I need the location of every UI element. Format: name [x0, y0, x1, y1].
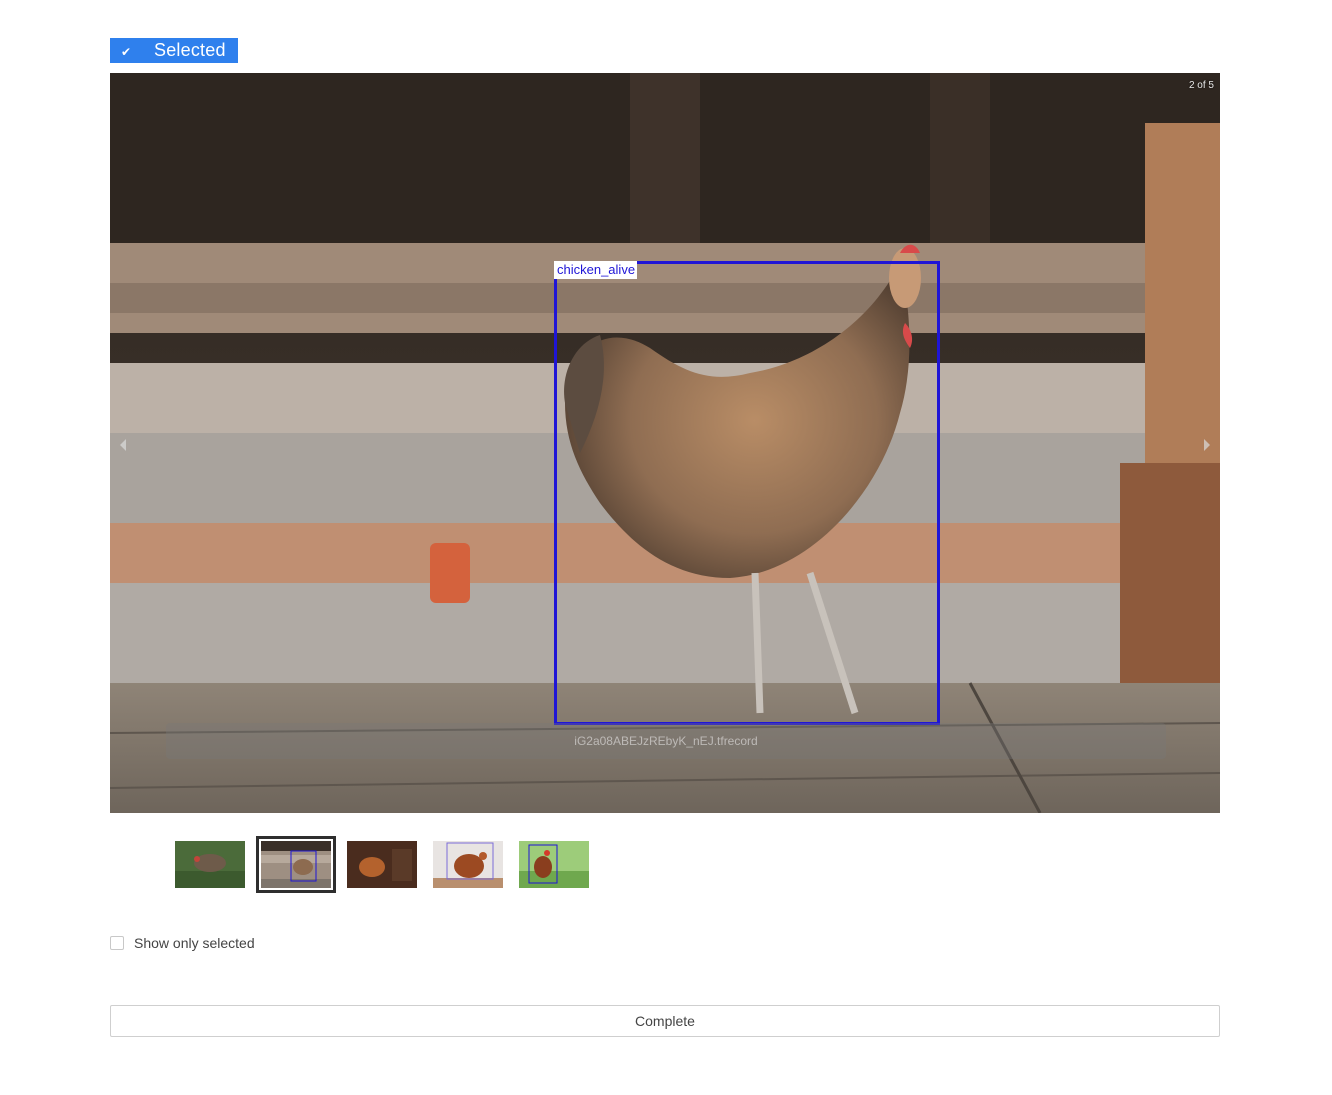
- next-image-button[interactable]: [1196, 435, 1216, 455]
- thumbnail-3-image: [347, 841, 417, 888]
- thumbnail-1[interactable]: [175, 841, 245, 888]
- thumbnail-2[interactable]: [256, 836, 336, 893]
- show-only-selected-toggle[interactable]: Show only selected: [110, 935, 255, 951]
- image-counter: 2 of 5: [1188, 80, 1214, 91]
- chevron-left-icon: [120, 439, 126, 451]
- filename-text: iG2a08ABEJzREbyK_nEJ.tfrecord: [574, 734, 758, 748]
- selected-label: Selected: [154, 40, 226, 60]
- previous-image-button[interactable]: [114, 435, 134, 455]
- selected-toggle-button[interactable]: ✔ Selected: [110, 38, 238, 63]
- thumbnail-1-image: [175, 841, 245, 888]
- thumbnail-4[interactable]: [433, 841, 503, 888]
- show-only-selected-label: Show only selected: [134, 935, 255, 951]
- chevron-right-icon: [1204, 439, 1210, 451]
- thumbnail-4-image: [433, 841, 503, 888]
- complete-button[interactable]: Complete: [110, 1005, 1220, 1037]
- check-icon: ✔: [120, 45, 132, 59]
- thumbnail-5-image: [519, 841, 589, 888]
- show-only-selected-checkbox[interactable]: [110, 936, 124, 950]
- thumbnail-2-image: [261, 841, 331, 888]
- bounding-box[interactable]: [554, 261, 940, 725]
- thumbnail-5[interactable]: [519, 841, 589, 888]
- bounding-box-label: chicken_alive: [554, 261, 638, 279]
- image-viewer: 2 of 5 chicken_alive iG2a08ABEJzREbyK_nE…: [110, 73, 1220, 813]
- thumbnail-3[interactable]: [347, 841, 417, 888]
- filename-caption: iG2a08ABEJzREbyK_nEJ.tfrecord: [166, 723, 1166, 759]
